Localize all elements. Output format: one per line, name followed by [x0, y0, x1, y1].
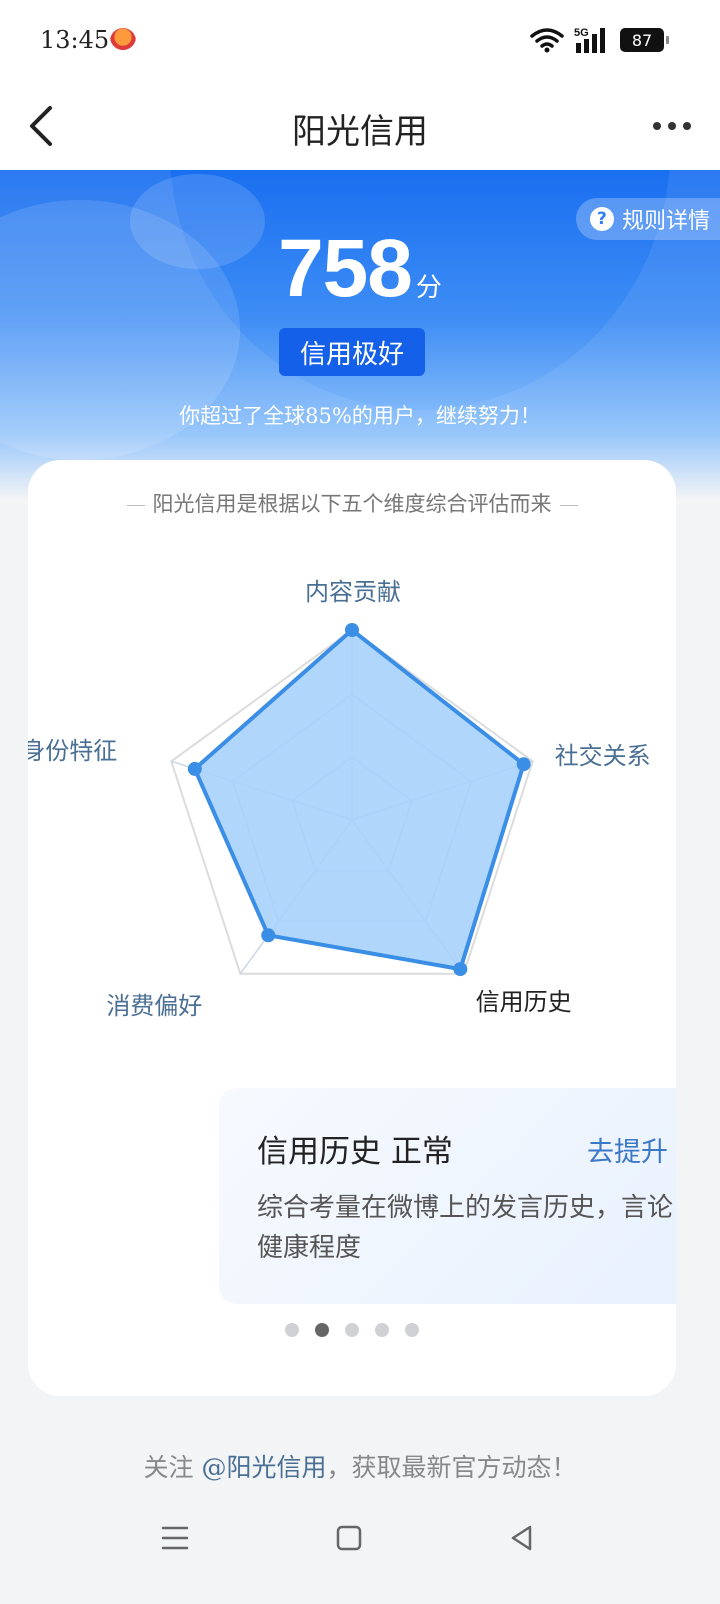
radar-point[interactable]	[516, 757, 531, 772]
radar-label[interactable]: 消费偏好	[106, 986, 202, 1021]
menu-icon	[161, 1526, 189, 1550]
status-time: 13:45	[40, 26, 110, 54]
pager-dot[interactable]	[285, 1323, 299, 1337]
score-subtitle: 你超过了全球85%的用户，继续努力！	[179, 404, 541, 428]
detail-description: 综合考量在微博上的发言历史，言论健康程度	[257, 1193, 674, 1263]
credit-level-badge: 信用极好	[279, 328, 425, 376]
back-triangle-icon	[511, 1525, 532, 1551]
nav-bar: 阳光信用	[0, 82, 720, 170]
svg-text:5G: 5G	[574, 27, 589, 39]
home-button[interactable]	[321, 1510, 377, 1566]
pager-dots[interactable]	[28, 1323, 676, 1337]
radar-point[interactable]	[261, 928, 276, 943]
follow-prefix: 关注	[143, 1453, 202, 1482]
battery-icon: 87	[620, 28, 669, 52]
radar-point[interactable]	[453, 962, 468, 977]
more-dot	[668, 122, 676, 130]
detail-title: 信用历史 正常	[257, 1134, 453, 1170]
page-title: 阳光信用	[292, 112, 428, 152]
pager-dot[interactable]	[315, 1323, 329, 1337]
account-mention[interactable]: @阳光信用	[201, 1453, 326, 1482]
status-bar: 13:45 5G 87	[0, 0, 720, 82]
back-nav-button[interactable]	[494, 1510, 550, 1566]
dimensions-card: 阳光信用是根据以下五个维度综合评估而来 信用历史 正常 去提升 › 综合考量在微…	[28, 460, 676, 1396]
radar-label[interactable]: 社交关系	[555, 736, 651, 771]
radar-label[interactable]: 内容贡献	[305, 572, 401, 607]
system-nav-bar	[0, 1484, 720, 1604]
improve-link[interactable]: 去提升 ›	[587, 1130, 676, 1169]
score-display: 758 分	[0, 222, 720, 316]
card-title: 阳光信用是根据以下五个维度综合评估而来	[28, 488, 676, 518]
radar-data-area	[192, 628, 526, 972]
score-hero: ? 规则详情 758 分 信用极好 你超过了全球85%的用户，继续努力！	[0, 170, 720, 500]
more-button[interactable]	[646, 100, 698, 152]
pager-dot[interactable]	[375, 1323, 389, 1337]
credit-score: 758	[278, 223, 413, 314]
5g-signal-icon: 5G	[574, 27, 605, 53]
radar-label[interactable]: 信用历史	[476, 982, 572, 1017]
wifi-icon	[530, 28, 564, 53]
pager-dot[interactable]	[405, 1323, 419, 1337]
radar-point[interactable]	[345, 623, 359, 637]
app-notification-icon	[110, 28, 136, 54]
more-dots-icon	[653, 122, 661, 130]
dimension-detail-panel[interactable]: 信用历史 正常 去提升 › 综合考量在微博上的发言历史，言论健康程度	[219, 1088, 676, 1304]
follow-suffix: ，获取最新官方动态！	[326, 1453, 577, 1482]
more-dot	[683, 122, 691, 130]
score-unit: 分	[415, 273, 442, 303]
follow-prompt: 关注 @阳光信用，获取最新官方动态！	[0, 1448, 720, 1484]
radar-point[interactable]	[187, 761, 202, 776]
pager-dot[interactable]	[345, 1323, 359, 1337]
menu-button[interactable]	[147, 1510, 203, 1566]
radar-label[interactable]: 身份特征	[28, 731, 117, 766]
home-square-icon	[336, 1525, 362, 1551]
status-icons: 5G 87	[530, 26, 669, 54]
